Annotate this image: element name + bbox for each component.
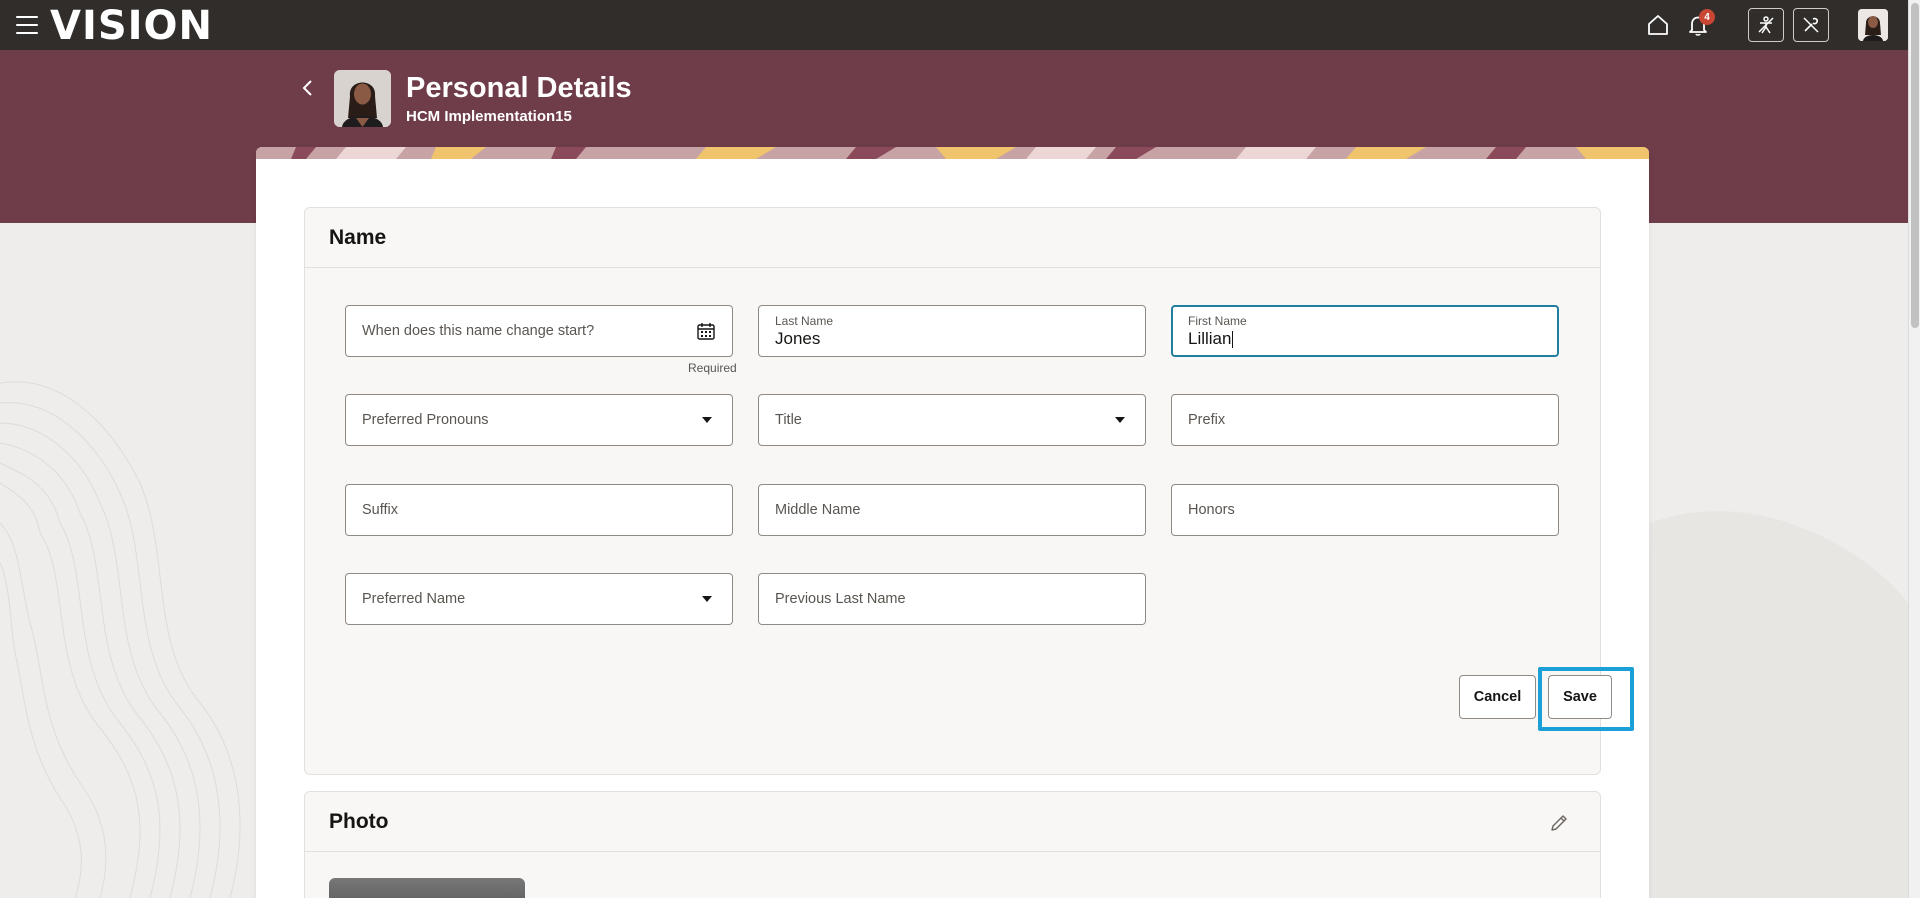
- last-name-label: Last Name: [775, 314, 834, 328]
- notification-count-badge: 4: [1699, 9, 1715, 25]
- scrollbar-thumb[interactable]: [1911, 3, 1919, 328]
- title-placeholder: Title: [775, 412, 802, 428]
- app-logo[interactable]: VISION: [50, 4, 213, 48]
- photo-thumbnail: [329, 878, 525, 898]
- preferred-pronouns-select[interactable]: Preferred Pronouns: [345, 394, 733, 446]
- first-name-field[interactable]: First Name Lillian: [1171, 305, 1559, 357]
- tools-button[interactable]: [1793, 8, 1829, 42]
- photo-section-header: Photo: [305, 792, 1600, 852]
- name-section-header: Name: [305, 208, 1600, 268]
- first-name-value: Lillian: [1188, 329, 1232, 348]
- previous-last-name-placeholder: Previous Last Name: [775, 591, 906, 607]
- middle-name-placeholder: Middle Name: [775, 502, 861, 518]
- save-button[interactable]: Save: [1548, 675, 1612, 719]
- title-select[interactable]: Title: [758, 394, 1146, 446]
- first-name-value-wrap: Lillian: [1188, 329, 1234, 349]
- page-title: Personal Details: [406, 72, 632, 104]
- name-section-title: Name: [329, 225, 387, 249]
- dropdown-arrow-icon: [702, 596, 712, 602]
- first-name-label: First Name: [1188, 314, 1247, 328]
- middle-name-field[interactable]: Middle Name: [758, 484, 1146, 536]
- text-caret: [1232, 331, 1234, 348]
- prefix-field[interactable]: Prefix: [1171, 394, 1559, 446]
- preferred-name-placeholder: Preferred Name: [362, 591, 466, 607]
- edit-pencil-icon[interactable]: [1548, 812, 1570, 834]
- required-helper-text: Required: [688, 361, 737, 375]
- top-navigation-bar: VISION 4: [0, 0, 1908, 50]
- page-subtitle: HCM Implementation15: [406, 108, 572, 125]
- back-chevron-icon[interactable]: [298, 76, 318, 100]
- home-icon[interactable]: [1645, 12, 1671, 38]
- last-name-field[interactable]: Last Name Jones: [758, 305, 1146, 357]
- prefix-placeholder: Prefix: [1188, 412, 1226, 428]
- honors-placeholder: Honors: [1188, 502, 1235, 518]
- start-date-placeholder: When does this name change start?: [362, 323, 595, 339]
- accessibility-button[interactable]: [1748, 8, 1784, 42]
- decorative-banner: [256, 147, 1649, 159]
- suffix-field[interactable]: Suffix: [345, 484, 733, 536]
- calendar-icon[interactable]: [696, 321, 716, 341]
- suffix-placeholder: Suffix: [362, 502, 399, 518]
- menu-icon[interactable]: [16, 16, 38, 34]
- user-avatar[interactable]: [1858, 9, 1888, 41]
- photo-section-title: Photo: [329, 809, 389, 833]
- previous-last-name-field[interactable]: Previous Last Name: [758, 573, 1146, 625]
- dropdown-arrow-icon: [702, 417, 712, 423]
- last-name-value: Jones: [775, 329, 821, 348]
- dropdown-arrow-icon: [1115, 417, 1125, 423]
- accessibility-icon: [1758, 16, 1774, 34]
- name-change-start-date-field[interactable]: When does this name change start?: [345, 305, 733, 357]
- photo-section: Photo: [304, 791, 1601, 898]
- name-section: Name When does this name change start? R…: [304, 207, 1634, 775]
- honors-field[interactable]: Honors: [1171, 484, 1559, 536]
- preferred-pronouns-placeholder: Preferred Pronouns: [362, 412, 489, 428]
- preferred-name-select[interactable]: Preferred Name: [345, 573, 733, 625]
- main-card: Name When does this name change start? R…: [256, 147, 1649, 898]
- page-scrollbar[interactable]: [1908, 0, 1920, 898]
- cancel-button[interactable]: Cancel: [1459, 675, 1536, 719]
- tools-icon: [1803, 17, 1819, 33]
- profile-avatar: [334, 70, 391, 127]
